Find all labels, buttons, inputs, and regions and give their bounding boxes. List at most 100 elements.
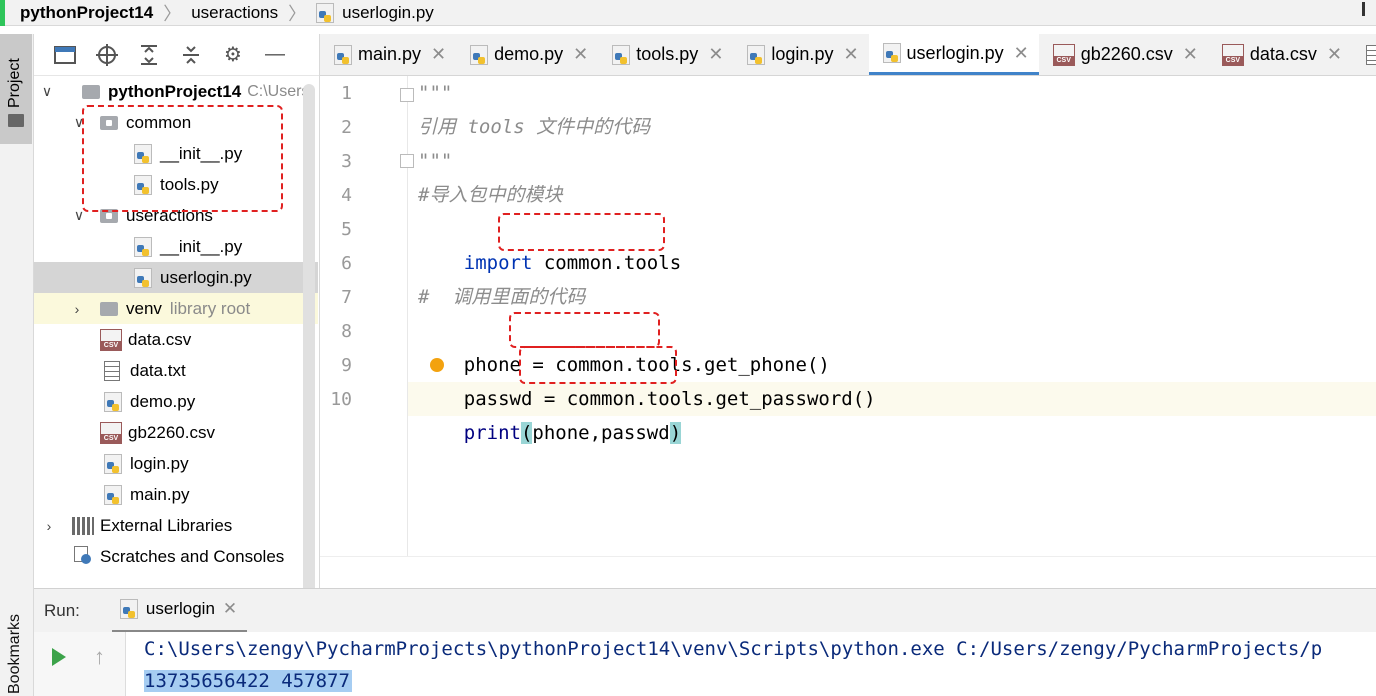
console-command-line: C:\Users\zengy\PycharmProjects\pythonPro… [144,638,1323,660]
line-number: 7 [341,287,352,308]
arrow-up-icon[interactable]: ↑ [94,644,105,670]
scratches-icon [72,545,94,568]
folder-icon [8,114,24,127]
python-file-icon [882,43,901,63]
tree-item-label: Scratches and Consoles [100,546,285,566]
close-icon[interactable]: ✕ [1327,44,1342,65]
tree-item-main[interactable]: main.py [34,479,318,510]
close-icon[interactable]: ✕ [573,44,588,65]
view-mode-icon[interactable] [54,44,76,66]
gear-icon[interactable]: ⚙ [222,44,244,66]
breadcrumb-folder[interactable]: useractions [191,3,278,23]
code-fragment: .get_password() [704,388,876,410]
chevron-right-icon: 〉 [163,3,182,24]
tree-item-label: __init__.py [160,236,243,256]
module-name: common.tools [543,252,682,274]
text-file-icon [104,360,120,381]
lightbulb-icon[interactable] [430,358,444,372]
python-file-icon [104,391,122,412]
line-number: 5 [341,219,352,240]
folder-icon [82,84,100,99]
library-root-hint: library root [169,298,251,318]
minimize-icon[interactable]: — [264,43,286,66]
line-number: 1 [341,83,352,104]
tree-item-gb2260[interactable]: CSV gb2260.csv [34,417,318,448]
close-icon[interactable]: ✕ [1183,44,1198,65]
annotation-box-import [498,213,665,251]
python-file-icon [119,599,138,619]
code-line-7: # 调用里面的代码 [418,286,586,308]
collapse-all-icon[interactable] [180,44,202,66]
tree-item-login[interactable]: login.py [34,448,318,479]
tree-item-label: main.py [130,484,190,504]
tree-item-label: gb2260.csv [128,422,215,442]
close-icon[interactable]: ✕ [843,44,858,65]
tree-item-scratches[interactable]: Scratches and Consoles [34,541,318,572]
tab-demo[interactable]: demo.py ✕ [456,34,598,75]
tree-item-venv[interactable]: › venv library root [34,293,318,324]
breadcrumb-project[interactable]: pythonProject14 [20,3,153,23]
play-icon[interactable] [52,648,66,666]
tree-item-userlogin[interactable]: userlogin.py [34,262,318,293]
code-editor[interactable]: 1 2 3 4 5 6 7 8 9 10 """ 引用 tools 文件中的代码… [320,76,1376,556]
tab-label: demo.py [494,44,564,64]
run-tab-userlogin[interactable]: userlogin ✕ [111,589,248,633]
run-console[interactable]: C:\Users\zengy\PycharmProjects\pythonPro… [126,632,1376,696]
chevron-down-icon[interactable]: ∨ [38,83,56,100]
tree-item-demo[interactable]: demo.py [34,386,318,417]
python-file-icon [134,267,152,288]
file-icon [1366,44,1376,65]
close-icon[interactable]: ✕ [223,599,237,619]
code-line-2: 引用 tools 文件中的代码 [418,116,651,138]
run-panel-header: Run: userlogin ✕ [34,588,1376,633]
python-file-icon [316,2,335,23]
expand-all-icon[interactable] [138,44,160,66]
locate-icon[interactable] [96,43,118,66]
chevron-right-icon[interactable]: › [40,518,58,534]
annotation-box-common-package [82,105,283,212]
status-accent [0,0,5,26]
tree-item-useractions-init[interactable]: __init__.py [34,231,318,262]
python-file-icon [104,453,122,474]
tree-item-external-libraries[interactable]: › External Libraries [34,510,318,541]
code-line-4: #导入包中的模块 [418,184,563,206]
breadcrumb-file[interactable]: userlogin.py [342,3,434,23]
close-icon[interactable]: ✕ [708,44,723,65]
code-line-1: """ [418,82,453,104]
tree-item-label: demo.py [130,391,196,411]
tree-item-label: data.csv [128,329,192,349]
fold-marker-icon[interactable] [400,154,414,168]
line-number: 6 [341,253,352,274]
editor-tabs: main.py ✕ demo.py ✕ tools.py ✕ login.py … [320,34,1376,76]
tab-gb2260[interactable]: CSV gb2260.csv ✕ [1039,34,1208,75]
project-vertical-scrollbar[interactable] [303,84,315,604]
line-number: 8 [341,321,352,342]
fold-marker-icon[interactable] [400,88,414,102]
project-panel-toolbar: ⚙ — [34,34,319,76]
tree-root[interactable]: ∨ pythonProject14 C:\Users [34,76,318,107]
tab-userlogin[interactable]: userlogin.py ✕ [868,34,1039,75]
close-icon[interactable]: ✕ [431,44,446,65]
code-args: phone,passwd [532,422,670,444]
editor-gutter: 1 2 3 4 5 6 7 8 9 10 [320,76,414,556]
python-file-icon [747,44,766,65]
tab-label: userlogin.py [906,42,1004,63]
chevron-right-icon[interactable]: › [68,301,86,317]
close-icon[interactable]: ✕ [1014,43,1029,64]
tree-item-data-txt[interactable]: data.txt [34,355,318,386]
tab-label: login.py [771,44,834,64]
tab-tools[interactable]: tools.py ✕ [598,34,733,75]
library-icon [72,516,94,535]
paren-open: ( [520,422,533,444]
tab-data-csv[interactable]: CSV data.csv ✕ [1208,34,1352,75]
builtin-print: print [463,422,521,444]
tree-item-data-csv[interactable]: CSV data.csv [34,324,318,355]
tab-main[interactable]: main.py ✕ [320,34,456,75]
tab-label: gb2260.csv [1080,44,1173,64]
bookmarks-tool-label: Bookmarks [6,613,23,694]
tab-label: main.py [358,44,422,64]
tab-login[interactable]: login.py ✕ [733,34,868,75]
project-tool-tab[interactable]: Project [0,34,32,144]
code-line-10: print(phone,passwd) [418,382,682,444]
tab-overflow[interactable] [1352,34,1376,75]
